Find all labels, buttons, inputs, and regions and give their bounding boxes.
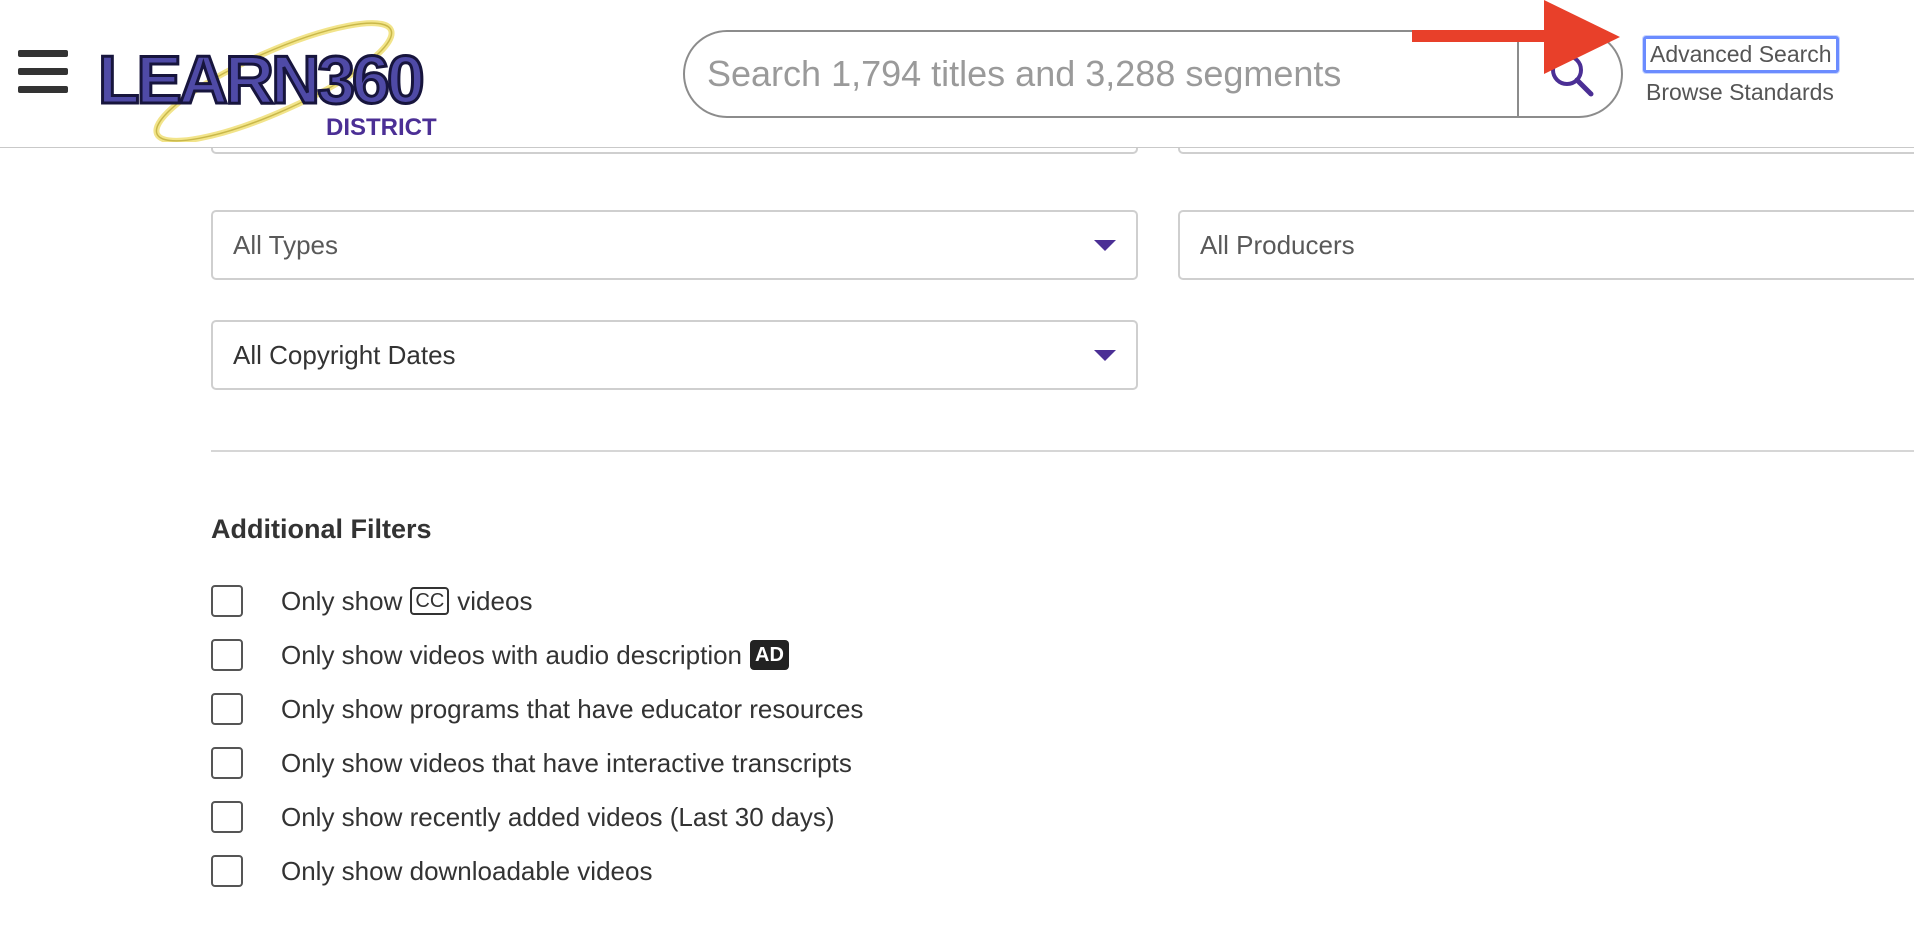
- search-button[interactable]: [1517, 32, 1621, 116]
- audio-description-icon: AD: [750, 640, 789, 670]
- advanced-search-link[interactable]: Advanced Search: [1643, 36, 1839, 73]
- checkbox[interactable]: [211, 855, 243, 887]
- filter-educator-resources[interactable]: Only show programs that have educator re…: [211, 692, 863, 726]
- filter-interactive-transcripts[interactable]: Only show videos that have interactive t…: [211, 746, 852, 780]
- browse-standards-link[interactable]: Browse Standards: [1643, 79, 1843, 106]
- copyright-dates-select-value: All Copyright Dates: [233, 340, 456, 370]
- logo-subtitle: DISTRICT: [326, 114, 437, 141]
- filter-downloadable[interactable]: Only show downloadable videos: [211, 854, 652, 888]
- checkbox[interactable]: [211, 585, 243, 617]
- filter-label-text: Only show recently added videos (Last 30…: [281, 801, 835, 832]
- logo-wordmark: LEARN360: [97, 42, 427, 118]
- checkbox[interactable]: [211, 693, 243, 725]
- producers-select-value: All Producers: [1200, 230, 1355, 260]
- copyright-dates-select[interactable]: All Copyright Dates: [211, 320, 1138, 390]
- filter-label: Only show downloadable videos: [281, 856, 652, 887]
- producers-select[interactable]: All Producers: [1178, 210, 1914, 280]
- filter-label-text: Only show downloadable videos: [281, 855, 653, 886]
- filter-label-text: Only show programs that have educator re…: [281, 693, 864, 724]
- filter-label: Only show videos that have interactive t…: [281, 748, 852, 779]
- header-links: Advanced Search Browse Standards: [1643, 36, 1843, 106]
- filter-label-text: Only show: [281, 585, 403, 616]
- filter-label: Only show recently added videos (Last 30…: [281, 802, 835, 833]
- search-input[interactable]: [685, 32, 1517, 116]
- filter-label: Only show videos with audio description …: [281, 640, 789, 671]
- types-select-value: All Types: [233, 230, 339, 260]
- chevron-down-icon: [1094, 240, 1116, 251]
- filter-audio-description[interactable]: Only show videos with audio description …: [211, 638, 789, 672]
- search-bar: [683, 30, 1623, 118]
- filter-label-text: Only show videos that have interactive t…: [281, 747, 852, 778]
- hamburger-menu-icon[interactable]: [18, 50, 68, 94]
- chevron-down-icon: [1094, 350, 1116, 361]
- site-header: LEARN360 DISTRICT Advanced Search Browse…: [0, 0, 1914, 148]
- additional-filters-heading: Additional Filters: [211, 514, 432, 544]
- checkbox[interactable]: [211, 639, 243, 671]
- learn360-logo[interactable]: LEARN360 DISTRICT: [94, 12, 444, 142]
- filter-label-text: videos: [457, 585, 533, 616]
- hamburger-bar: [18, 50, 68, 57]
- filter-recently-added[interactable]: Only show recently added videos (Last 30…: [211, 800, 835, 834]
- types-select[interactable]: All Types: [211, 210, 1138, 280]
- checkbox[interactable]: [211, 801, 243, 833]
- filter-cc-videos[interactable]: Only show CC videos: [211, 584, 532, 618]
- section-divider: [211, 450, 1914, 452]
- hamburger-bar: [18, 86, 68, 93]
- filter-label: Only show CC videos: [281, 586, 532, 617]
- filter-label: Only show programs that have educator re…: [281, 694, 863, 725]
- hamburger-bar: [18, 68, 68, 75]
- checkbox[interactable]: [211, 747, 243, 779]
- filter-label-text: Only show videos with audio description: [281, 639, 743, 670]
- magnifier-icon: [1551, 54, 1594, 97]
- closed-captions-icon: CC: [410, 587, 450, 615]
